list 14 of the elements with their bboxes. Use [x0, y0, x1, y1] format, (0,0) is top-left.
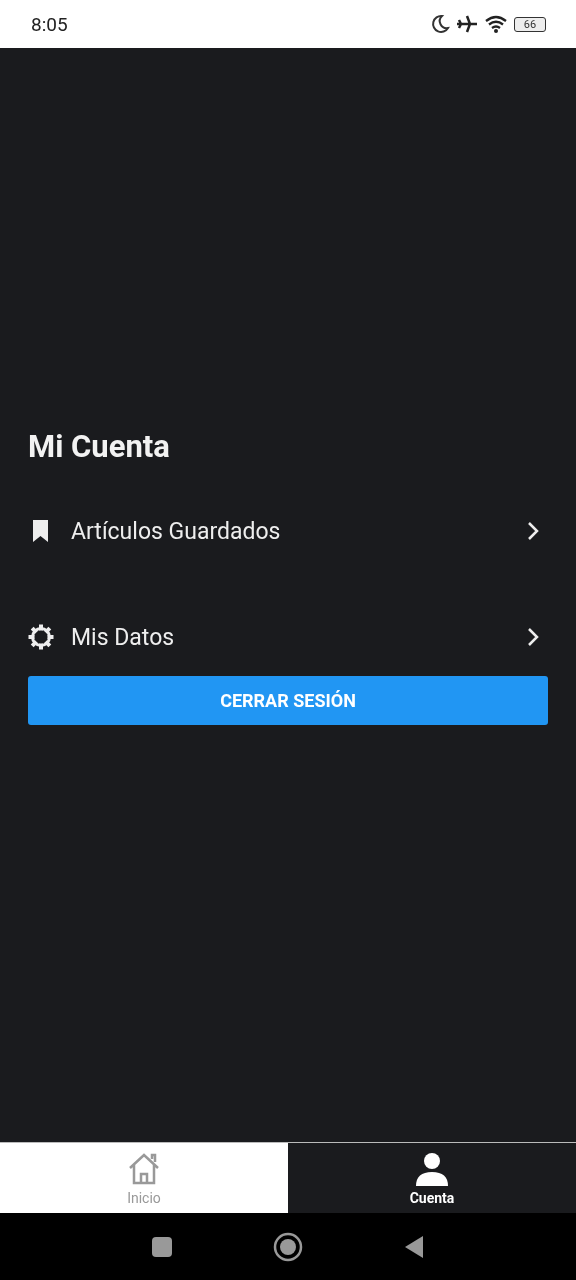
back-icon[interactable]	[403, 1234, 425, 1259]
recents-icon[interactable]	[151, 1235, 173, 1258]
battery-level: 66	[514, 16, 546, 32]
moon-icon	[430, 14, 450, 34]
nav-tab[interactable]: Cuenta	[288, 1143, 576, 1213]
gear-icon	[28, 624, 54, 650]
page-title: Mi Cuenta	[28, 428, 171, 465]
menu-item[interactable]: Artículos Guardados	[71, 517, 524, 545]
menu-item[interactable]: Mis Datos	[71, 623, 524, 651]
airplane-icon	[456, 14, 478, 34]
person-icon	[413, 1150, 451, 1188]
wifi-icon	[484, 14, 508, 34]
status-time: 8:05	[31, 12, 68, 36]
home-button-icon[interactable]	[273, 1231, 303, 1262]
